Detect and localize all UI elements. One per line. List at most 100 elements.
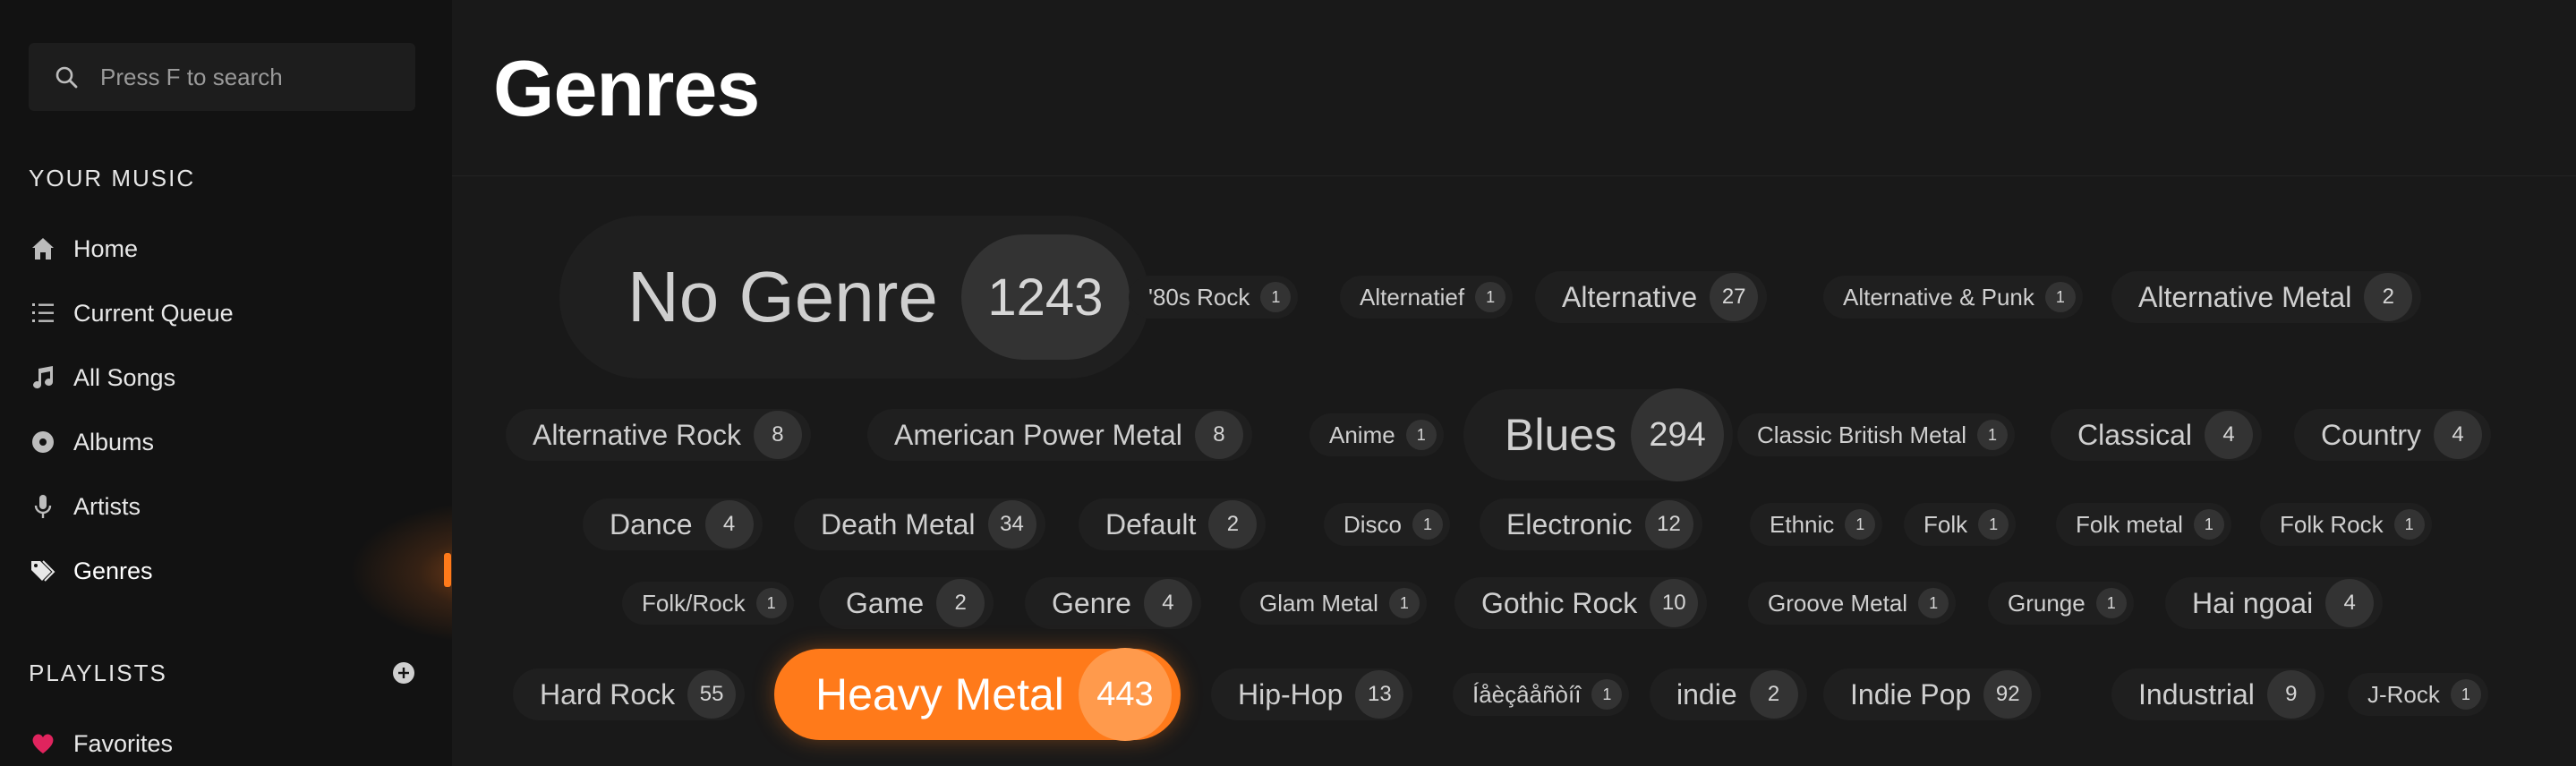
genre-name: Groove Metal [1768,589,1908,617]
genre-chip[interactable]: Ethnic 1 [1750,503,1883,546]
genre-chip[interactable]: Classical 4 [2051,409,2263,461]
genre-chip[interactable]: Industrial 9 [2111,668,2324,720]
genre-chip[interactable]: Death Metal 34 [794,498,1045,550]
genre-name: '80s Rock [1148,283,1250,311]
page-title: Genres [493,44,760,132]
sidebar-item-current-queue[interactable]: Current Queue [29,291,422,336]
genre-chip[interactable]: Dance 4 [583,498,763,550]
genre-chip[interactable]: Genre 4 [1025,577,1201,629]
genre-chip[interactable]: Alternatief 1 [1340,276,1514,319]
genre-chip[interactable]: indie 2 [1650,668,1807,720]
genre-name: Glam Metal [1259,589,1378,617]
genre-chip[interactable]: No Genre 1243 [559,216,1149,379]
genre-name: Industrial [2138,677,2255,711]
genre-name: Heavy Metal [815,669,1064,719]
genre-chip[interactable]: Folk metal 1 [2056,503,2231,546]
active-indicator [444,553,451,587]
genre-name: Genre [1052,586,1131,619]
genre-chip[interactable]: Classic British Metal 1 [1737,413,2016,456]
genre-count: 1 [2044,282,2076,312]
genre-chip-selected[interactable]: Heavy Metal 443 [774,648,1181,741]
genre-chip[interactable]: Folk/Rock 1 [622,582,794,625]
search-input[interactable] [98,62,406,92]
genre-chip[interactable]: Hip-Hop 13 [1211,668,1413,720]
genre-chip[interactable]: J-Rock 1 [2348,673,2488,716]
genre-chip[interactable]: Blues 294 [1463,388,1734,481]
genre-chip[interactable]: Alternative & Punk 1 [1823,276,2083,319]
genre-count: 1 [2450,679,2481,710]
genre-name: Grunge [2008,589,2086,617]
genre-count: 27 [1710,273,1759,321]
genre-count: 2 [1208,500,1258,549]
genre-count: 1 [2193,509,2224,540]
playlist-item-favorites[interactable]: Favorites [29,721,422,766]
genre-chip[interactable]: Groove Metal 1 [1748,582,1957,625]
genre-chip[interactable]: Glam Metal 1 [1240,582,1427,625]
genre-count: 10 [1650,579,1699,627]
genre-name: No Genre [627,257,938,336]
genre-chip[interactable]: Grunge 1 [1988,582,2134,625]
sidebar-item-albums[interactable]: Albums [29,420,422,464]
main-content: Genres No Genre 1243 '80s Rock 1 Alterna… [452,0,2576,766]
genre-name: Hai ngoai [2192,586,2314,619]
genre-count: 4 [2325,579,2375,627]
genre-name: Indie Pop [1850,677,1972,711]
sidebar-item-label: Artists [73,492,141,520]
genre-name: Electronic [1506,507,1633,540]
genre-chip[interactable]: Alternative Metal 2 [2111,271,2422,323]
genre-count: 8 [753,411,802,459]
genre-count: 2 [1749,670,1798,719]
genre-chip[interactable]: Íåèçâåñòíî 1 [1453,673,1630,716]
music-note-icon [29,363,57,392]
genre-chip[interactable]: Alternative Rock 8 [506,409,811,461]
genre-name: Alternative Metal [2138,280,2352,313]
genre-count: 1243 [960,234,1130,360]
search-box[interactable] [29,43,415,111]
genre-count: 2 [936,579,985,627]
genre-chip[interactable]: Folk 1 [1904,503,2017,546]
sidebar-item-all-songs[interactable]: All Songs [29,355,422,400]
home-icon [29,234,57,263]
sidebar-item-home[interactable]: Home [29,226,422,271]
genre-chip[interactable]: Country 4 [2294,409,2492,461]
genre-chip[interactable]: Default 2 [1079,498,1267,550]
genre-chip[interactable]: Gothic Rock 10 [1454,577,1708,629]
genre-name: Alternatief [1360,283,1465,311]
genre-name: Classical [2077,418,2193,451]
genre-chip[interactable]: Folk Rock 1 [2260,503,2432,546]
genre-chip[interactable]: Alternative 27 [1535,271,1768,323]
genre-chip[interactable]: Disco 1 [1324,503,1451,546]
sidebar: YOUR MUSIC Home Current Queue All Songs … [0,0,452,766]
genre-count: 1 [2393,509,2425,540]
heart-icon [29,729,57,758]
tag-icon [29,557,57,585]
genre-count: 1 [1405,420,1437,450]
genre-chip[interactable]: Hai ngoai 4 [2165,577,2384,629]
genre-chip[interactable]: Game 2 [819,577,994,629]
genre-name: Hip-Hop [1238,677,1343,711]
sidebar-item-artists[interactable]: Artists [29,484,422,529]
genre-chip[interactable]: Electronic 12 [1480,498,1702,550]
genre-count: 4 [704,500,754,549]
genre-name: Folk Rock [2280,510,2384,538]
genre-chip[interactable]: American Power Metal 8 [867,409,1252,461]
genre-count: 1 [1845,509,1876,540]
genre-count: 55 [687,670,737,719]
genre-count: 1 [1260,282,1292,312]
genre-chip[interactable]: Anime 1 [1309,413,1444,456]
sidebar-item-genres[interactable]: Genres [29,549,422,593]
header-divider [452,175,2576,176]
genre-chip[interactable]: Indie Pop 92 [1823,668,2042,720]
sidebar-item-label: Current Queue [73,299,234,327]
genre-chip[interactable]: '80s Rock 1 [1129,276,1299,319]
genre-count: 1 [1412,509,1444,540]
genre-chip[interactable]: Hard Rock 55 [513,668,746,720]
add-playlist-button[interactable] [390,660,417,686]
genre-name: Default [1105,507,1197,540]
sidebar-item-label: All Songs [73,363,176,391]
genre-count: 1 [1388,588,1420,618]
genre-count: 9 [2266,670,2316,719]
genre-name: Blues [1505,410,1617,460]
genre-name: American Power Metal [894,418,1182,451]
playlists-heading: PLAYLISTS [29,660,167,686]
